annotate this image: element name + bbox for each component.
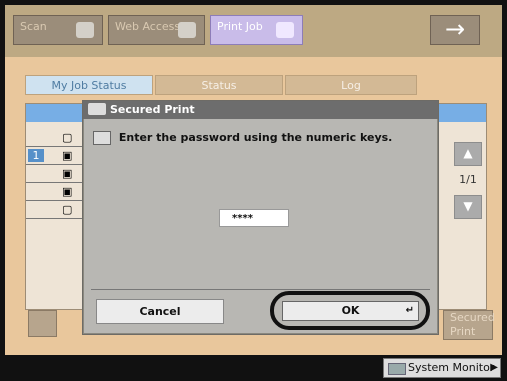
page-down-button[interactable]: ▼ <box>454 195 482 219</box>
bottom-left-button[interactable] <box>28 310 57 337</box>
key-lock-icon <box>88 103 106 115</box>
list-item[interactable]: ▢ <box>26 129 84 147</box>
secured-print-button[interactable]: Secured Print <box>443 310 495 340</box>
status-bar: System Monitor ▶ <box>0 356 507 381</box>
system-monitor-icon <box>388 363 406 375</box>
print-job-button[interactable]: Print Job <box>210 15 303 45</box>
cancel-button[interactable]: Cancel <box>96 299 224 324</box>
list-item[interactable]: ▣ <box>26 165 84 183</box>
web-access-icon <box>178 22 196 38</box>
list-item[interactable]: 1 ▣ <box>26 147 84 165</box>
tab-my-job-status[interactable]: My Job Status <box>25 75 153 95</box>
page-indicator: 1/1 <box>459 173 477 186</box>
tab-status[interactable]: Status <box>155 75 283 95</box>
top-bar: Scan Web Access Print Job → <box>5 5 502 57</box>
tab-row: My Job Status Status Log <box>25 75 420 95</box>
dialog-message: Enter the password using the numeric key… <box>93 131 392 145</box>
document-icon: ▢ <box>62 131 73 144</box>
secured-print-dialog: Secured Print Enter the password using t… <box>82 100 439 335</box>
page-up-button[interactable]: ▲ <box>454 142 482 166</box>
down-triangle-icon: ▼ <box>463 199 473 213</box>
scan-icon <box>76 22 94 38</box>
lock-icon: ▣ <box>62 167 73 180</box>
system-monitor-button[interactable]: System Monitor ▶ <box>383 358 501 378</box>
dialog-title: Secured Print <box>110 103 195 116</box>
page-control: ▲ 1/1 ▼ <box>454 142 482 242</box>
lock-icon: ▣ <box>62 149 73 162</box>
dialog-title-bar: Secured Print <box>83 101 438 119</box>
system-monitor-label: System Monitor <box>408 361 495 374</box>
password-field[interactable]: **** <box>219 209 289 227</box>
dialog-divider <box>91 289 430 290</box>
document-icon: ▢ <box>62 203 73 216</box>
next-arrow-button[interactable]: → <box>430 15 480 45</box>
ok-button-highlight: OK ↵ <box>270 291 430 330</box>
enter-corner-icon: ↵ <box>405 305 414 316</box>
web-access-button[interactable]: Web Access <box>108 15 205 45</box>
list-item[interactable]: ▢ <box>26 201 84 219</box>
web-access-label: Web Access <box>115 20 181 33</box>
ok-button[interactable]: OK ↵ <box>282 301 419 321</box>
print-job-icon <box>276 22 294 38</box>
print-job-label: Print Job <box>217 20 263 33</box>
row-index: 1 <box>28 149 44 162</box>
chevron-right-icon: ▶ <box>490 362 498 373</box>
up-triangle-icon: ▲ <box>463 146 473 160</box>
ok-label: OK <box>341 304 360 317</box>
list-item[interactable]: ▣ <box>26 183 84 201</box>
dialog-message-text: Enter the password using the numeric key… <box>118 131 393 144</box>
keypad-icon <box>93 131 111 145</box>
lock-icon: ▣ <box>62 185 73 198</box>
scan-button[interactable]: Scan <box>13 15 103 45</box>
scan-label: Scan <box>20 20 47 33</box>
job-list: ▢ 1 ▣ ▣ ▣ ▢ <box>26 129 84 219</box>
tab-log[interactable]: Log <box>285 75 417 95</box>
arrow-right-icon: → <box>444 15 466 43</box>
